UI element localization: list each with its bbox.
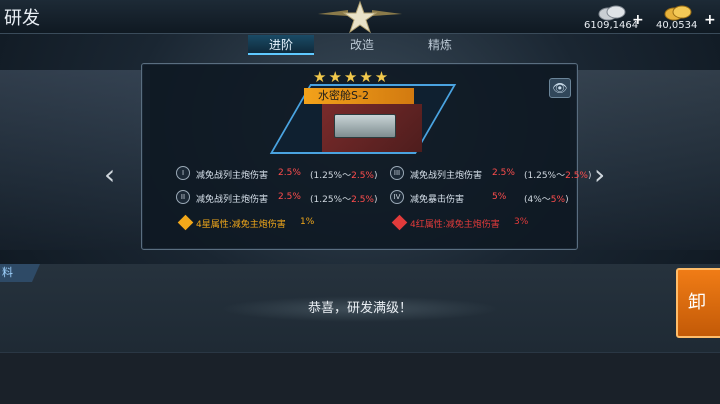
unequip-button[interactable]: 卸: [676, 268, 720, 338]
rank-badge-icon: II: [176, 190, 190, 204]
silver-add-icon[interactable]: +: [632, 12, 644, 28]
stat-range: (1.25%～2.5%): [310, 168, 378, 181]
range-low: (1.25%～: [310, 195, 352, 205]
attribute-value: 1%: [300, 217, 315, 227]
stat-name: 减免战列主炮伤害: [196, 195, 269, 205]
rank-badge-icon: III: [390, 166, 404, 180]
silver-value: 6109,1464: [584, 20, 639, 31]
page-title: 研发: [4, 8, 40, 29]
diamond-icon: [177, 214, 194, 231]
tab-advance[interactable]: 进阶: [248, 35, 314, 55]
rank-badge-icon: I: [176, 166, 190, 180]
attribute-text: 4红属性:减免主炮伤害: [410, 220, 500, 230]
range-end: ): [373, 195, 378, 205]
stat-value: 2.5%: [278, 192, 301, 202]
range-end: ): [587, 171, 592, 181]
ship-background-right: [570, 70, 720, 250]
diamond-icon: [391, 214, 408, 231]
tab-modify[interactable]: 改造: [332, 35, 392, 55]
range-high: 5%: [550, 195, 566, 205]
next-arrow-icon[interactable]: ›: [594, 158, 605, 191]
gold-currency[interactable]: 40,0534 +: [654, 2, 716, 32]
equipment-graphic: [334, 114, 396, 138]
range-end: ): [565, 195, 569, 205]
stat-name: 减免战列主炮伤害: [196, 171, 269, 181]
range-high: 2.5%: [351, 171, 374, 181]
range-low: (1.25%～: [524, 171, 566, 181]
range-low: (4%～: [524, 195, 551, 205]
equipment-panel: ★★★★★ 水密舱S-2 👁 I 减免战列主炮伤害 2.5% (1.25%～2.…: [141, 63, 592, 250]
stat-range: (1.25%～2.5%): [310, 192, 378, 205]
stat-value: 2.5%: [278, 168, 301, 178]
stat-name: 减免暴击伤害: [410, 195, 465, 205]
gold-add-icon[interactable]: +: [704, 12, 716, 28]
previous-arrow-icon[interactable]: ‹: [104, 158, 115, 191]
star-emblem-icon: [318, 0, 402, 34]
eye-icon[interactable]: 👁: [549, 78, 571, 98]
item-name-label: 水密舱S-2: [304, 88, 414, 104]
tab-refine[interactable]: 精炼: [410, 35, 470, 55]
attribute-text: 4星属性:减免主炮伤害: [196, 220, 286, 230]
star-rating: ★★★★★: [313, 68, 391, 86]
gold-value: 40,0534: [656, 20, 698, 31]
tab-bar: 进阶 改造 精炼: [248, 35, 480, 55]
stat-range: (1.25%～2.5%): [524, 168, 592, 181]
bottom-strip: [0, 352, 720, 404]
stat-value: 2.5%: [492, 168, 515, 178]
stat-value: 5%: [492, 192, 507, 202]
range-high: 2.5%: [351, 195, 374, 205]
attribute-value: 3%: [514, 217, 529, 227]
range-end: ): [373, 171, 378, 181]
stat-name: 减免战列主炮伤害: [410, 171, 483, 181]
range-low: (1.25%～: [310, 171, 352, 181]
stat-range: (4%～5%): [524, 192, 569, 205]
top-bar: 研发 6109,1464 + 40,0534 +: [0, 0, 720, 34]
item-image[interactable]: [322, 104, 422, 152]
range-high: 2.5%: [565, 171, 588, 181]
silver-currency[interactable]: 6109,1464 +: [584, 2, 644, 32]
rank-badge-icon: IV: [390, 190, 404, 204]
congrats-message: 恭喜，研发满级！: [220, 296, 500, 322]
ship-background-left: [0, 70, 150, 250]
